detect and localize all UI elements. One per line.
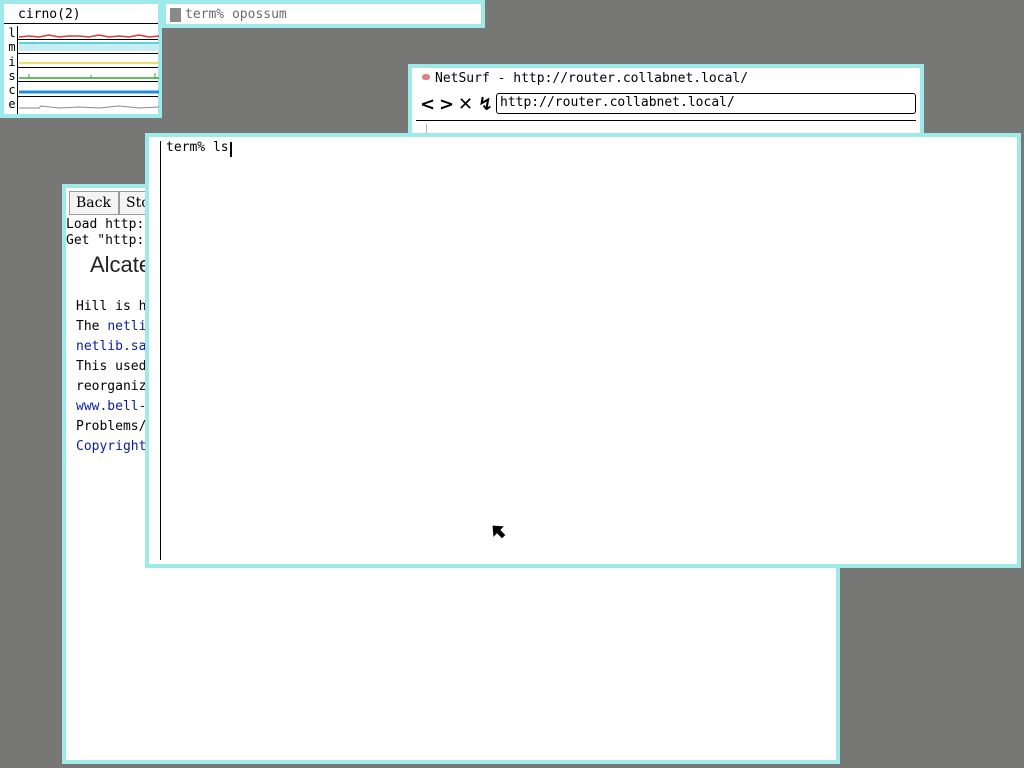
stats-letter-m: m bbox=[8, 40, 16, 54]
terminal-prompt-line[interactable]: term% ls bbox=[166, 140, 229, 155]
terminal-label-text: term% opossum bbox=[185, 7, 287, 22]
terminal-label-window[interactable]: term% opossum bbox=[162, 0, 485, 28]
stop-icon[interactable]: ✕ bbox=[458, 96, 473, 114]
load-graph-icon bbox=[19, 34, 159, 109]
content-text: The bbox=[76, 319, 108, 334]
terminal-window[interactable]: term% ls bbox=[145, 133, 1021, 568]
stats-letter-l: l bbox=[8, 26, 16, 40]
content-line: reorganiz bbox=[76, 379, 147, 394]
page-brand-heading: Alcate bbox=[90, 252, 152, 277]
status-line-get: Get "http: bbox=[66, 233, 145, 248]
copyright-link[interactable]: Copyright bbox=[76, 439, 146, 454]
stats-letter-i: i bbox=[8, 55, 16, 69]
toolbar-divider bbox=[416, 120, 916, 121]
back-button[interactable]: Back bbox=[69, 191, 119, 215]
netlib-site-link[interactable]: netlib.sa bbox=[76, 339, 146, 354]
stats-window[interactable]: cirno(2) l m i s c e bbox=[0, 0, 162, 118]
url-field[interactable]: http://router.collabnet.local/ bbox=[496, 93, 916, 114]
forward-arrow-icon[interactable]: > bbox=[439, 96, 454, 114]
stats-letter-s: s bbox=[8, 69, 16, 83]
stats-letter-c: c bbox=[8, 83, 16, 97]
content-line: Problems/ bbox=[76, 419, 147, 434]
content-line: This used bbox=[76, 359, 147, 374]
reload-icon[interactable]: ↯ bbox=[478, 96, 493, 114]
netsurf-favicon-icon bbox=[422, 74, 430, 80]
terminal-scrollbar[interactable] bbox=[160, 141, 161, 560]
stats-divider bbox=[4, 23, 158, 24]
terminal-indicator-icon bbox=[170, 8, 181, 22]
stats-title: cirno(2) bbox=[18, 7, 81, 22]
stats-letter-e: e bbox=[8, 97, 16, 111]
status-line-load: Load http: bbox=[66, 217, 145, 232]
bell-labs-link[interactable]: www.bell- bbox=[76, 399, 146, 414]
mouse-pointer-icon bbox=[491, 524, 507, 540]
netsurf-title: NetSurf - http://router.collabnet.local/ bbox=[435, 71, 749, 86]
content-line: The netli bbox=[76, 319, 146, 334]
back-arrow-icon[interactable]: < bbox=[420, 96, 435, 114]
content-line: Hill is h bbox=[76, 299, 147, 314]
netsurf-window[interactable]: NetSurf - http://router.collabnet.local/… bbox=[408, 64, 924, 142]
text-cursor bbox=[230, 142, 232, 157]
netlib-link[interactable]: netli bbox=[107, 319, 146, 334]
